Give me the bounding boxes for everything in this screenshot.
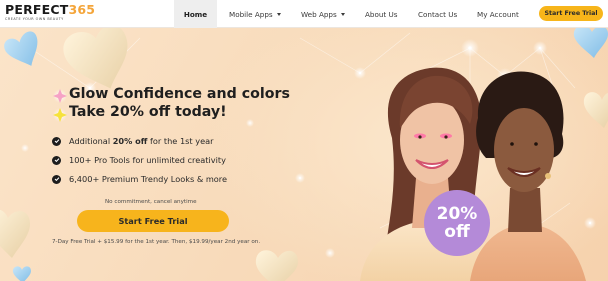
nav-my-account[interactable]: My Account xyxy=(477,0,519,28)
nav-start-free-trial-button[interactable]: Start Free Trial xyxy=(539,6,603,21)
hero-section: Glow Confidence and colors Take 20% off … xyxy=(0,28,608,281)
check-circle-icon xyxy=(52,174,61,184)
badge-off-label: off xyxy=(444,222,470,242)
badge-percentage: 20% xyxy=(436,204,478,224)
nav-contact-us[interactable]: Contact Us xyxy=(418,0,457,28)
chevron-down-icon xyxy=(276,12,281,16)
discount-badge: 20% off xyxy=(424,190,490,256)
perfect365-logo[interactable]: PERFECT365 CREATE YOUR OWN BEAUTY xyxy=(5,3,125,25)
check-circle-icon xyxy=(52,136,61,146)
nav-mobile-apps[interactable]: Mobile Apps xyxy=(229,0,281,28)
pricing-note: 7-Day Free Trial + $15.99 for the 1st ye… xyxy=(52,239,261,245)
pink-star-icon xyxy=(53,89,67,103)
heart-decoration-icon xyxy=(573,28,608,58)
heart-decoration-icon xyxy=(4,31,38,66)
heart-decoration-icon xyxy=(0,210,30,258)
nav-about-us[interactable]: About Us xyxy=(365,0,398,28)
yellow-star-icon xyxy=(53,108,67,122)
top-navigation: PERFECT365 CREATE YOUR OWN BEAUTY Home M… xyxy=(0,0,608,28)
heart-decoration-icon xyxy=(255,250,298,281)
feature-item: 6,400+ Premium Trendy Looks & more xyxy=(52,174,227,184)
heart-decoration-icon xyxy=(12,266,31,281)
start-free-trial-button[interactable]: Start Free Trial xyxy=(77,210,229,232)
logo-number: 365 xyxy=(68,2,96,17)
chevron-down-icon xyxy=(340,12,345,16)
headline-line-2: Take 20% off today! xyxy=(69,104,227,120)
feature-item: 100+ Pro Tools for unlimited creativity xyxy=(52,155,226,165)
no-commitment-note: No commitment, cancel anytime xyxy=(105,199,197,205)
heart-decoration-icon xyxy=(583,92,608,128)
check-circle-icon xyxy=(52,155,61,165)
nav-home[interactable]: Home xyxy=(174,0,217,28)
feature-item: Additional 20% off for the 1st year xyxy=(52,136,214,146)
logo-name: PERFECT xyxy=(5,2,69,17)
nav-web-apps[interactable]: Web Apps xyxy=(301,0,345,28)
logo-tagline: CREATE YOUR OWN BEAUTY xyxy=(5,17,64,21)
headline-line-1: Glow Confidence and colors xyxy=(69,86,290,102)
